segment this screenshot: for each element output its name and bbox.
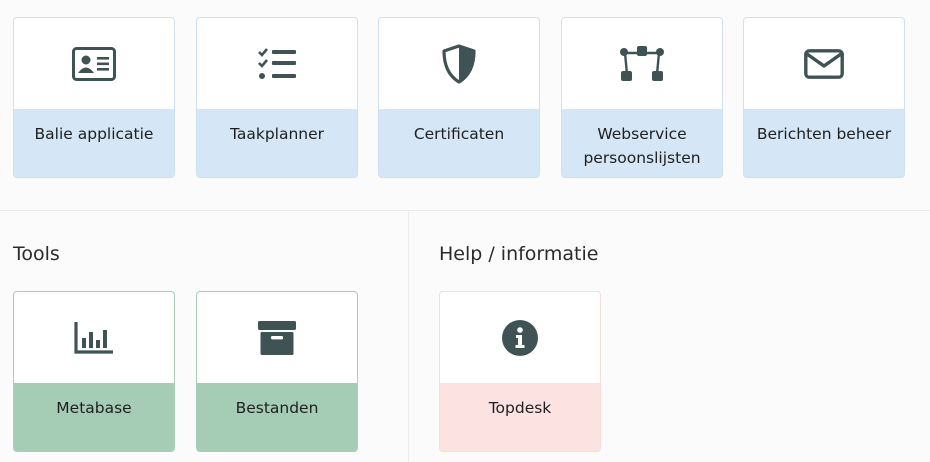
tile-label: Topdesk: [488, 399, 552, 417]
tile-certificaten[interactable]: Certificaten: [378, 17, 540, 178]
archive-box-icon: [257, 320, 297, 356]
info-circle-icon: [501, 319, 539, 357]
task-list-icon: [257, 47, 297, 81]
tile-label: Webservice persoonslijsten: [583, 125, 701, 167]
tile-label: Metabase: [56, 399, 132, 417]
id-card-icon: [72, 46, 116, 81]
tile-label: Bestanden: [235, 399, 319, 417]
tools-section-title: Tools: [13, 243, 60, 265]
tile-taakplanner[interactable]: Taakplanner: [196, 17, 358, 178]
tile-label: Certificaten: [413, 125, 505, 143]
tile-topdesk[interactable]: Topdesk: [439, 291, 601, 452]
tile-metabase[interactable]: Metabase: [13, 291, 175, 452]
tile-label: Balie applicatie: [34, 125, 154, 143]
apps-row: Balie applicatie Taakplanner Certificate…: [0, 0, 930, 211]
help-section-title: Help / informatie: [439, 243, 599, 265]
horizontal-divider: [0, 210, 930, 211]
tile-label: Berichten beheer: [756, 125, 892, 143]
vertical-divider: [408, 211, 409, 462]
tile-webservice-persoonslijsten[interactable]: Webservice persoonslijsten: [561, 17, 723, 178]
network-nodes-icon: [618, 45, 666, 82]
envelope-icon: [804, 48, 844, 79]
bar-chart-icon: [74, 321, 114, 355]
tile-bestanden[interactable]: Bestanden: [196, 291, 358, 452]
tile-berichten-beheer[interactable]: Berichten beheer: [743, 17, 905, 178]
tile-balie-applicatie[interactable]: Balie applicatie: [13, 17, 175, 178]
shield-icon: [441, 43, 477, 84]
tile-label: Taakplanner: [229, 125, 325, 143]
